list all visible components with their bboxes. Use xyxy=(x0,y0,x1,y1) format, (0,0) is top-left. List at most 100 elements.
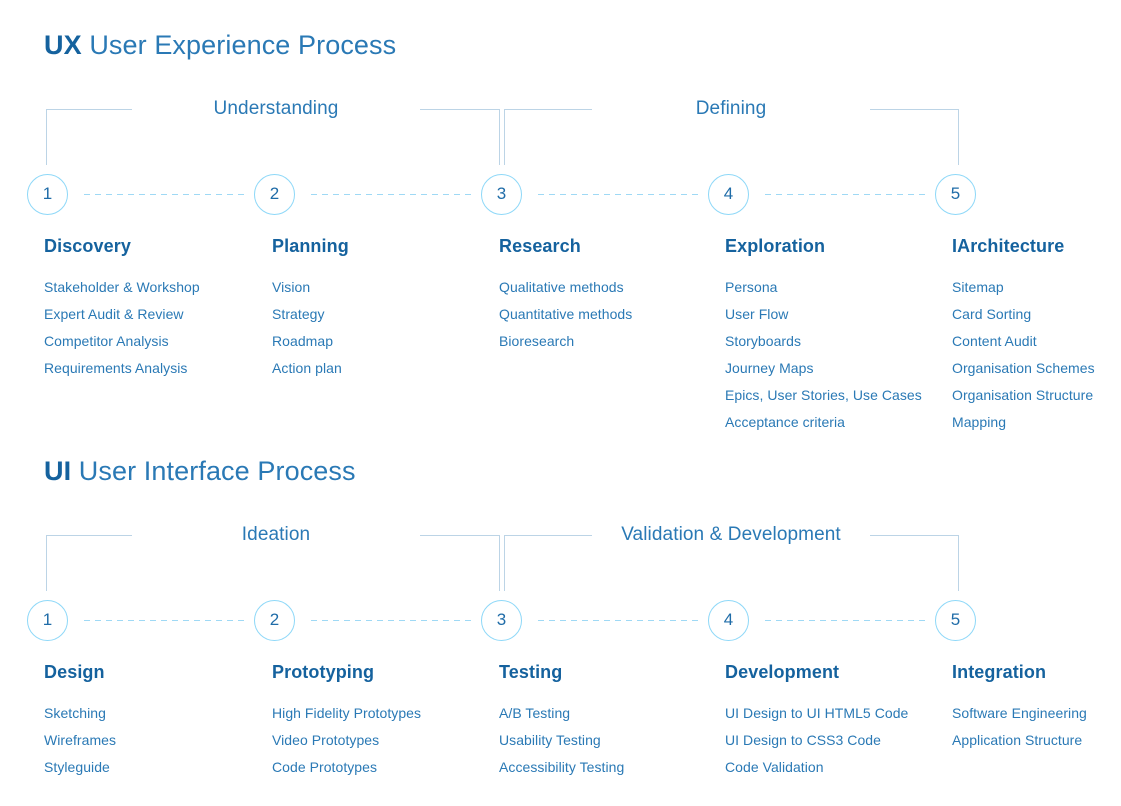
column-heading-iarchitecture: IArchitecture xyxy=(952,236,1065,256)
rail-line-ui-g2-left xyxy=(504,535,592,536)
step-connector-ux-2-3 xyxy=(311,194,475,195)
list-item: Software Engineering xyxy=(952,705,1087,721)
ux-ui-process-diagram: UX User Experience Process Understanding… xyxy=(0,0,1121,806)
rail-tick-ux-g2-start xyxy=(504,109,505,165)
list-item: UI Design to UI HTML5 Code xyxy=(725,705,909,721)
column-heading-prototyping: Prototyping xyxy=(272,662,375,682)
group-rail-ux: Understanding Defining xyxy=(0,94,1121,166)
rail-line-ux-g2-left xyxy=(504,109,592,110)
list-item: Qualitative methods xyxy=(499,279,624,295)
step-circle-ui-3[interactable]: 3 xyxy=(481,600,522,641)
step-connector-ux-3-4 xyxy=(538,194,702,195)
column-heading-integration: Integration xyxy=(952,662,1047,682)
section-title-text-ux: User Experience Process xyxy=(81,30,397,60)
step-circle-ux-5[interactable]: 5 xyxy=(935,174,976,215)
column-heading-exploration: Exploration xyxy=(725,236,826,256)
list-item: Content Audit xyxy=(952,333,1037,349)
step-circle-ux-4[interactable]: 4 xyxy=(708,174,749,215)
rail-tick-ux-g1-end xyxy=(499,109,500,165)
group-label-ideation: Ideation xyxy=(241,524,311,545)
step-connector-ux-4-5 xyxy=(765,194,929,195)
column-testing: Testing A/B Testing Usability Testing Ac… xyxy=(499,662,624,781)
list-item: Persona xyxy=(725,279,778,295)
group-label-defining: Defining xyxy=(695,98,767,119)
column-heading-planning: Planning xyxy=(272,236,349,256)
rail-line-ui-g1-right xyxy=(420,535,500,536)
step-row-ui: 1 2 3 4 5 xyxy=(0,600,1121,646)
section-abbr-ux: UX xyxy=(44,30,82,60)
step-circle-ui-1[interactable]: 1 xyxy=(27,600,68,641)
step-circle-ux-3[interactable]: 3 xyxy=(481,174,522,215)
section-title-ui: UI User Interface Process xyxy=(44,456,356,487)
list-item: Storyboards xyxy=(725,333,802,349)
list-item: Wireframes xyxy=(44,732,117,748)
section-abbr-ui: UI xyxy=(44,456,72,486)
step-circle-ux-2[interactable]: 2 xyxy=(254,174,295,215)
step-connector-ui-2-3 xyxy=(311,620,475,621)
rail-line-ui-g1-left xyxy=(46,535,132,536)
list-item: Requirements Analysis xyxy=(44,360,188,376)
list-item: Accessibility Testing xyxy=(499,759,625,775)
column-heading-testing: Testing xyxy=(499,662,563,682)
column-heading-development: Development xyxy=(725,662,840,682)
column-heading-design: Design xyxy=(44,662,105,682)
list-item: Expert Audit & Review xyxy=(44,306,184,322)
rail-tick-ux-g1-start xyxy=(46,109,47,165)
rail-tick-ui-g1-end xyxy=(499,535,500,591)
list-item: Video Prototypes xyxy=(272,732,380,748)
list-item: Journey Maps xyxy=(725,360,814,376)
step-circle-ui-2[interactable]: 2 xyxy=(254,600,295,641)
column-planning: Planning Vision Strategy Roadmap Action … xyxy=(272,236,349,382)
step-row-ux: 1 2 3 4 5 xyxy=(0,174,1121,220)
column-prototyping: Prototyping High Fidelity Prototypes Vid… xyxy=(272,662,421,781)
rail-line-ui-g2-right xyxy=(870,535,959,536)
list-item: Card Sorting xyxy=(952,306,1032,322)
rail-tick-ui-g2-end xyxy=(958,535,959,591)
list-item: Sitemap xyxy=(952,279,1004,295)
section-title-text-ui: User Interface Process xyxy=(71,456,356,486)
rail-tick-ui-g2-start xyxy=(504,535,505,591)
step-connector-ui-1-2 xyxy=(84,620,248,621)
list-item: Acceptance criteria xyxy=(725,414,846,430)
list-item: Quantitative methods xyxy=(499,306,633,322)
list-item: Usability Testing xyxy=(499,732,601,748)
step-circle-ux-1[interactable]: 1 xyxy=(27,174,68,215)
column-design: Design Sketching Wireframes Styleguide xyxy=(44,662,116,781)
list-item: Bioresearch xyxy=(499,333,575,349)
rail-line-ux-g1-right xyxy=(420,109,500,110)
step-connector-ux-1-2 xyxy=(84,194,248,195)
list-item: Mapping xyxy=(952,414,1007,430)
list-item: Strategy xyxy=(272,306,325,322)
rail-tick-ui-g1-start xyxy=(46,535,47,591)
group-rail-ui: Ideation Validation & Development xyxy=(0,520,1121,592)
list-item: Organisation Schemes xyxy=(952,360,1095,376)
rail-line-ux-g2-right xyxy=(870,109,959,110)
list-item: Code Prototypes xyxy=(272,759,378,775)
column-heading-research: Research xyxy=(499,236,581,256)
step-circle-ui-5[interactable]: 5 xyxy=(935,600,976,641)
column-heading-discovery: Discovery xyxy=(44,236,131,256)
list-item: Vision xyxy=(272,279,311,295)
group-label-validation-development: Validation & Development xyxy=(621,524,841,545)
column-discovery: Discovery Stakeholder & Workshop Expert … xyxy=(44,236,200,382)
list-item: Competitor Analysis xyxy=(44,333,169,349)
column-research: Research Qualitative methods Quantitativ… xyxy=(499,236,632,355)
list-item: User Flow xyxy=(725,306,789,322)
list-item: Roadmap xyxy=(272,333,334,349)
step-circle-ui-4[interactable]: 4 xyxy=(708,600,749,641)
column-exploration: Exploration Persona User Flow Storyboard… xyxy=(725,236,922,436)
list-item: Styleguide xyxy=(44,759,110,775)
group-label-understanding: Understanding xyxy=(213,98,339,119)
step-connector-ui-4-5 xyxy=(765,620,929,621)
list-item: Code Validation xyxy=(725,759,824,775)
column-integration: Integration Software Engineering Applica… xyxy=(952,662,1087,754)
list-item: High Fidelity Prototypes xyxy=(272,705,422,721)
section-title-ux: UX User Experience Process xyxy=(44,30,396,61)
list-item: A/B Testing xyxy=(499,705,571,721)
list-item: Action plan xyxy=(272,360,342,376)
list-item: UI Design to CSS3 Code xyxy=(725,732,881,748)
list-item: Organisation Structure xyxy=(952,387,1094,403)
list-item: Sketching xyxy=(44,705,106,721)
list-item: Epics, User Stories, Use Cases xyxy=(725,387,922,403)
step-connector-ui-3-4 xyxy=(538,620,702,621)
